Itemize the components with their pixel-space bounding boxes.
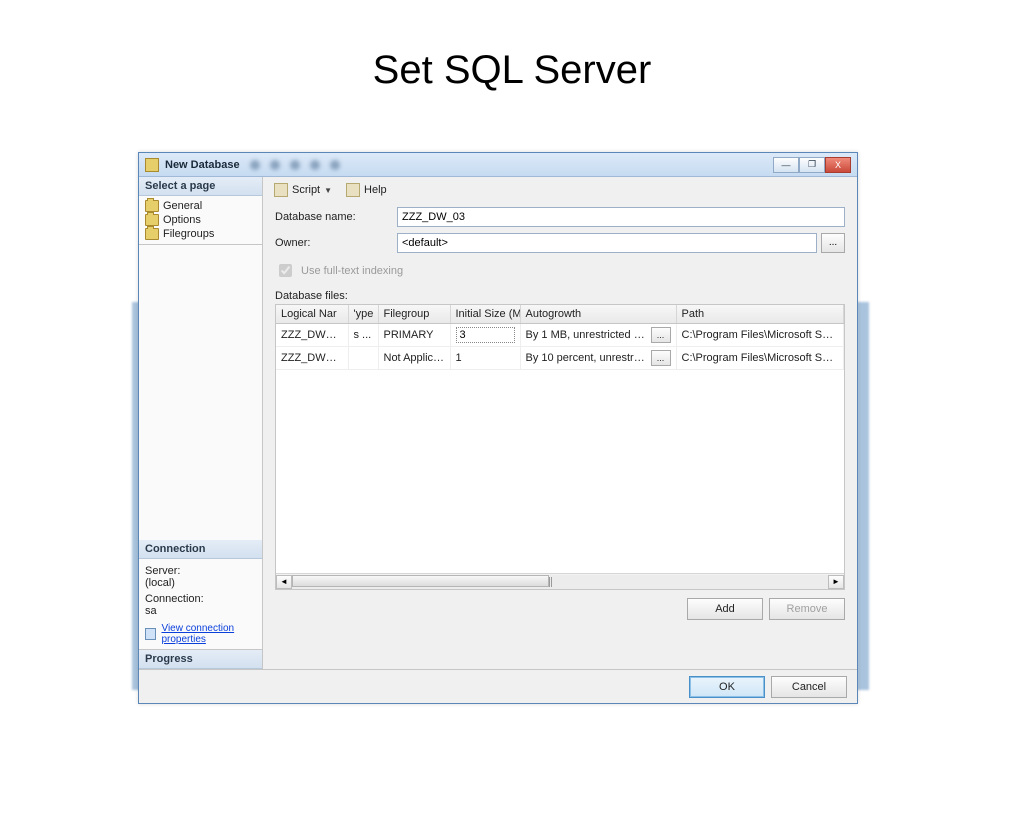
view-connection-properties-link[interactable]: View connection properties — [161, 623, 256, 645]
sidebar-item-general[interactable]: General — [143, 199, 258, 213]
database-name-input[interactable] — [397, 207, 845, 227]
scroll-thumb[interactable] — [292, 575, 549, 587]
background-strip — [857, 302, 869, 690]
maximize-button[interactable]: ❐ — [799, 157, 825, 173]
connection-value: sa — [145, 605, 256, 617]
sidebar-item-filegroups[interactable]: Filegroups — [143, 227, 258, 241]
initial-size-input[interactable] — [456, 327, 515, 343]
owner-input[interactable] — [397, 233, 817, 253]
owner-label: Owner: — [275, 237, 397, 249]
script-button[interactable]: Script ▼ — [269, 180, 337, 200]
database-name-label: Database name: — [275, 211, 397, 223]
script-icon — [274, 183, 288, 197]
window-title: New Database — [165, 159, 240, 171]
cell-initial-size[interactable]: 1 — [450, 347, 520, 370]
horizontal-scrollbar[interactable]: ◄ ► — [276, 573, 844, 589]
help-label: Help — [364, 184, 387, 196]
page-icon — [145, 214, 159, 226]
scroll-left-button[interactable]: ◄ — [276, 575, 292, 589]
cell-type[interactable] — [348, 347, 378, 370]
sidebar-item-label: Options — [163, 214, 201, 226]
connection-header: Connection — [139, 540, 262, 559]
sidebar-item-label: Filegroups — [163, 228, 214, 240]
col-logical-name[interactable]: Logical Nar — [276, 305, 348, 324]
cell-autogrowth[interactable]: By 10 percent, unrestricted growth ... — [520, 347, 676, 370]
scroll-grip-icon — [549, 577, 553, 587]
cancel-button[interactable]: Cancel — [771, 676, 847, 698]
cell-initial-size[interactable] — [450, 324, 520, 347]
ok-button[interactable]: OK — [689, 676, 765, 698]
server-value: (local) — [145, 577, 256, 589]
cell-logical-name[interactable]: ZZZ_DW_0... — [276, 347, 348, 370]
dialog-footer: OK Cancel — [139, 669, 857, 703]
col-type[interactable]: 'ype — [348, 305, 378, 324]
progress-header: Progress — [139, 650, 262, 669]
main-panel: Script ▼ Help Database name: Owner: ... — [263, 177, 857, 703]
col-autogrowth[interactable]: Autogrowth — [520, 305, 676, 324]
col-path[interactable]: Path — [676, 305, 844, 324]
remove-button: Remove — [769, 598, 845, 620]
dialog-window: New Database — ❐ X Select a page General — [138, 152, 858, 704]
properties-icon — [145, 628, 156, 640]
autogrowth-edit-button[interactable]: ... — [651, 350, 671, 366]
cell-path[interactable]: C:\Program Files\Microsoft SQL Server\MS… — [676, 324, 844, 347]
cell-path[interactable]: C:\Program Files\Microsoft SQL Server\MS… — [676, 347, 844, 370]
fulltext-label: Use full-text indexing — [301, 265, 403, 277]
scroll-track[interactable] — [292, 575, 828, 589]
help-button[interactable]: Help — [341, 180, 392, 200]
minimize-button[interactable]: — — [773, 157, 799, 173]
add-button[interactable]: Add — [687, 598, 763, 620]
col-initial-size[interactable]: Initial Size (MB) — [450, 305, 520, 324]
table-row[interactable]: ZZZ_DW_03 s ... PRIMARY By 1 MB, unrestr… — [276, 324, 844, 347]
col-filegroup[interactable]: Filegroup — [378, 305, 450, 324]
sidebar: Select a page General Options Filegroups — [139, 177, 263, 703]
titlebar-blur — [250, 160, 763, 170]
scroll-right-button[interactable]: ► — [828, 575, 844, 589]
close-button[interactable]: X — [825, 157, 851, 173]
page-icon — [145, 200, 159, 212]
autogrowth-text: By 10 percent, unrestricted growth — [526, 352, 647, 364]
fulltext-checkbox — [279, 264, 292, 277]
sidebar-item-label: General — [163, 200, 202, 212]
toolbar: Script ▼ Help — [263, 177, 857, 203]
server-label: Server: — [145, 565, 256, 577]
cell-filegroup[interactable]: PRIMARY — [378, 324, 450, 347]
sidebar-item-options[interactable]: Options — [143, 213, 258, 227]
grid-header-row: Logical Nar 'ype Filegroup Initial Size … — [276, 305, 844, 324]
database-files-label: Database files: — [275, 290, 845, 302]
cell-autogrowth[interactable]: By 1 MB, unrestricted growth ... — [520, 324, 676, 347]
owner-browse-button[interactable]: ... — [821, 233, 845, 253]
cell-filegroup[interactable]: Not Applicable — [378, 347, 450, 370]
database-icon — [145, 158, 159, 172]
cell-type[interactable]: s ... — [348, 324, 378, 347]
table-row[interactable]: ZZZ_DW_0... Not Applicable 1 By 10 perce… — [276, 347, 844, 370]
connection-label: Connection: — [145, 593, 256, 605]
select-page-header: Select a page — [139, 177, 262, 196]
script-label: Script — [292, 184, 320, 196]
cell-logical-name[interactable]: ZZZ_DW_03 — [276, 324, 348, 347]
database-files-grid[interactable]: Logical Nar 'ype Filegroup Initial Size … — [275, 304, 845, 590]
help-icon — [346, 183, 360, 197]
autogrowth-edit-button[interactable]: ... — [651, 327, 671, 343]
page-icon — [145, 228, 159, 240]
chevron-down-icon: ▼ — [324, 186, 332, 195]
slide-title: Set SQL Server — [0, 48, 1024, 93]
autogrowth-text: By 1 MB, unrestricted growth — [526, 329, 647, 341]
titlebar[interactable]: New Database — ❐ X — [139, 153, 857, 177]
